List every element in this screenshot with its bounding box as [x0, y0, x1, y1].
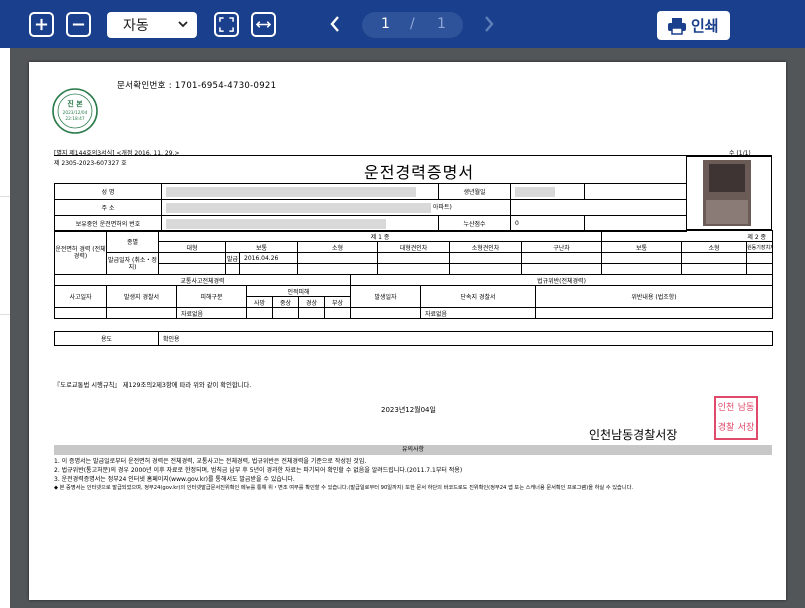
print-button[interactable]: 인쇄 — [657, 11, 730, 40]
casualty-col: 경상 — [298, 296, 325, 308]
damage-label: 피해구분 — [176, 285, 247, 308]
fit-page-icon — [219, 17, 234, 32]
usage-value: 확인용 — [158, 331, 773, 346]
document-page: 진 본 2023/12/04 22:18:47 문서확인번호 : 1701-69… — [29, 62, 786, 600]
usage-table: 용도 확인용 — [54, 331, 773, 346]
zoom-out-icon — [72, 23, 85, 26]
zoom-in-icon — [35, 18, 48, 31]
stamp-time: 22:18:47 — [65, 116, 85, 122]
casualty-col: 중상 — [272, 296, 299, 308]
birth-label: 생년월일 — [438, 183, 511, 200]
license-history-label: 운전면허 경력 (전체경력) — [54, 230, 107, 275]
name-value — [161, 183, 439, 200]
casualty-col: 부상 — [324, 296, 351, 308]
fit-page-button[interactable] — [214, 12, 239, 37]
document-title: 운전경력증명서 — [364, 163, 475, 182]
print-label: 인쇄 — [691, 17, 719, 35]
class1-header: 제 1 종 — [157, 230, 603, 242]
pdf-toolbar: 자동 1 / 1 인쇄 — [0, 0, 805, 48]
violation-content-label: 위반내용 (법조항) — [534, 285, 774, 308]
class1-col: 대형 — [158, 241, 226, 253]
violation-header: 법규위반(전체경력) — [349, 274, 774, 286]
class1-col: 구난차 — [520, 241, 603, 253]
accident-no-data: 자료없음 — [176, 307, 247, 319]
divider — [54, 155, 772, 156]
issue-date: 2016.04.26 — [239, 252, 298, 264]
next-page-icon — [485, 16, 494, 32]
violation-no-data: 자료없음 — [420, 307, 536, 319]
zoom-in-button[interactable] — [29, 12, 54, 37]
zoom-value: 자동 — [123, 18, 149, 34]
certificate-number: 제 2305-2023-607327 호 — [54, 160, 127, 167]
document-check-number: 문서확인번호 : 1701-6954-4730-0921 — [117, 79, 276, 91]
accident-violation-table: 교통사고전체경력 법규위반(전체경력) 사고일자 발생지 경찰서 피해구분 인적… — [54, 274, 774, 319]
doc-check-label: 문서확인번호 : — [117, 81, 172, 91]
kind-label: 종별 — [106, 230, 159, 253]
fit-width-icon — [256, 21, 271, 28]
accident-police-label: 발생지 경찰서 — [106, 285, 177, 308]
authenticity-stamp: 진 본 2023/12/04 22:18:47 — [52, 88, 98, 134]
address-value: 아파트) — [161, 199, 511, 216]
license-history-table: 운전면허 경력 (전체경력) 종별 제 1 종 제 2 종 대형 보통 소형 대… — [54, 230, 774, 275]
casualty-header: 인적피해 — [246, 285, 351, 297]
page-indicator[interactable]: 1 / 1 — [362, 12, 463, 38]
verification-note: ◆ 본 증명서는 인터넷으로 발급되었으며, 정부24(gov.kr)의 인터넷… — [54, 485, 633, 491]
doc-check-value: 1701-6954-4730-0921 — [174, 81, 277, 91]
accident-date-label: 사고일자 — [54, 285, 107, 308]
page-current: 1 — [381, 16, 390, 32]
zoom-out-button[interactable] — [66, 12, 91, 37]
page-separator: / — [410, 16, 415, 32]
class2-col: 보통 — [601, 241, 683, 253]
class1-col: 소형 — [297, 241, 378, 253]
occur-date-label: 발생일자 — [350, 285, 421, 308]
next-page-button[interactable] — [481, 13, 497, 35]
prev-page-icon — [330, 16, 339, 32]
address-label: 주 소 — [54, 199, 162, 216]
official-seal: 인천 남동 경찰 서장 — [714, 396, 758, 440]
prev-page-button[interactable] — [327, 13, 343, 35]
enforce-police-label: 단속지 경찰서 — [420, 285, 536, 308]
casualty-col: 사망 — [246, 296, 273, 308]
stamp-date: 2023/12/04 — [63, 110, 88, 116]
chevron-down-icon — [178, 21, 188, 28]
usage-label: 용도 — [54, 331, 159, 346]
zoom-select[interactable]: 자동 — [107, 12, 197, 38]
name-label: 성 명 — [54, 183, 162, 200]
traffic-accident-header: 교통사고전체경력 — [54, 274, 351, 286]
notice-item: 3. 운전경력증명서는 정부24 인터넷 홈페이지(www.gov.kr)를 통… — [54, 476, 295, 483]
class2-col: 소형 — [681, 241, 748, 253]
printer-icon — [668, 17, 686, 35]
class1-col: 보통 — [225, 241, 298, 253]
issuing-police-station: 인천남동경찰서장 — [589, 428, 678, 442]
page-total: 1 — [437, 16, 446, 32]
id-photo — [686, 156, 772, 230]
notice-item: 1. 이 증명서는 발급일로부터 운전면허 경력은 전체경력, 교통사고는 전체… — [54, 458, 367, 465]
class1-col: 소형견인차 — [449, 241, 522, 253]
issue-date: 2023년12월04일 — [381, 406, 436, 414]
class2-header: 제 2 종 — [601, 230, 774, 242]
class1-col: 대형견인차 — [377, 241, 450, 253]
law-statement: 『도로교통법 시행규칙』 제129조의2제3항에 따라 위와 같이 확인합니다. — [54, 382, 252, 389]
fit-width-button[interactable] — [251, 12, 276, 37]
notice-header: 유의사항 — [54, 445, 772, 455]
sidebar-edge — [0, 48, 10, 608]
stamp-line1: 진 본 — [67, 99, 83, 108]
address-suffix: 아파트) — [432, 204, 452, 212]
issue-label: 발급일자 (취소・정지) — [106, 252, 159, 275]
personal-info-table: 성 명 생년월일 주 소 아파트) 보유중인 운전면허의 번호 누산점수 0 — [54, 183, 687, 232]
notice-list: 1. 이 증명서는 발급일로부터 운전면허 경력은 전체경력, 교통사고는 전체… — [54, 457, 772, 492]
issue-type: 발급 — [225, 252, 240, 264]
notice-item: 2. 법규위반(통고처분)의 경우 2000년 이후 자료로 한정되며, 범칙금… — [54, 467, 463, 474]
birth-value — [510, 183, 585, 200]
class2-col: 원동기장치자전거(다륜) — [746, 241, 774, 253]
